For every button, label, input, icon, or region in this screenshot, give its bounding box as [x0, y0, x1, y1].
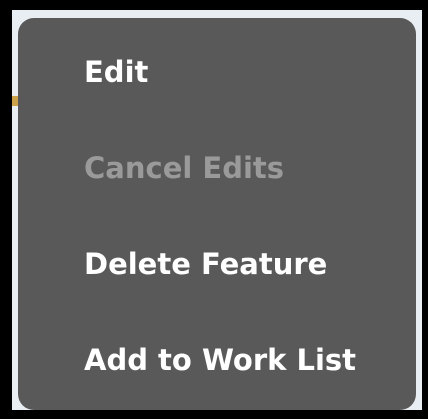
- menu-item-add-to-work-list[interactable]: Add to Work List: [84, 342, 356, 378]
- menu-item-edit[interactable]: Edit: [84, 54, 148, 90]
- menu-item-delete-feature[interactable]: Delete Feature: [84, 246, 327, 282]
- screenshot-frame: Edit Cancel Edits Delete Feature Add to …: [0, 0, 428, 419]
- context-menu: Edit Cancel Edits Delete Feature Add to …: [18, 18, 416, 410]
- menu-item-cancel-edits: Cancel Edits: [84, 151, 285, 185]
